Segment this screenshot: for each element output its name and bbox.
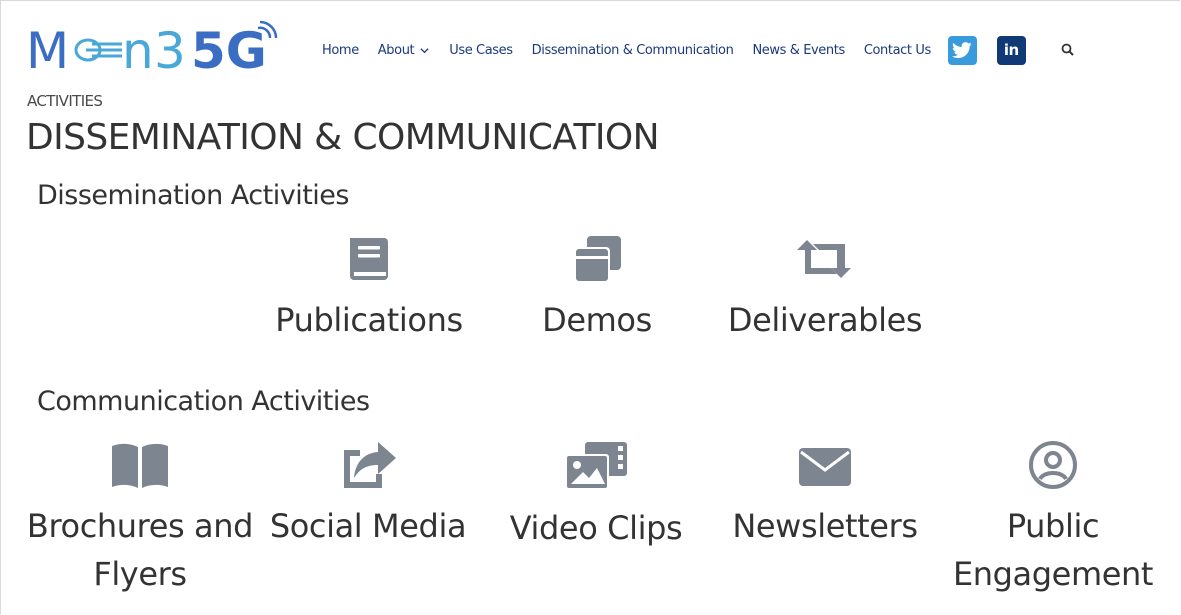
svg-text:M: M <box>26 22 67 78</box>
tile-brochures[interactable]: Brochures and Flyers <box>25 440 255 598</box>
twitter-button[interactable] <box>947 35 977 65</box>
nav-news-events[interactable]: News & Events <box>752 43 845 58</box>
clone-icon <box>574 236 621 283</box>
main-nav: Home About Use Cases Dissemination & Com… <box>322 30 1076 70</box>
photo-video-icon <box>565 442 627 490</box>
tile-public-engagement[interactable]: Public Engagement <box>938 440 1168 598</box>
nav-dissemination[interactable]: Dissemination & Communication <box>532 43 734 58</box>
twitter-icon <box>952 41 972 58</box>
share-icon <box>344 442 396 488</box>
tile-label: Publications <box>275 301 463 339</box>
retweet-icon <box>797 240 851 278</box>
book-icon <box>350 238 388 280</box>
tile-label: Public Engagement <box>952 507 1154 593</box>
nav-about[interactable]: About <box>378 43 430 58</box>
svg-text:3: 3 <box>154 22 186 78</box>
nav-use-cases[interactable]: Use Cases <box>449 43 513 58</box>
nav-home[interactable]: Home <box>322 43 359 58</box>
user-circle-icon <box>1029 441 1077 489</box>
chevron-down-icon <box>420 47 429 53</box>
linkedin-button[interactable]: in <box>996 35 1026 65</box>
svg-text:n: n <box>122 22 154 78</box>
tile-label: Newsletters <box>732 507 918 545</box>
tile-deliverables[interactable]: Deliverables <box>710 234 940 344</box>
tile-social-media[interactable]: Social Media <box>253 440 483 550</box>
svg-text:5G: 5G <box>191 22 267 78</box>
nav-about-label: About <box>377 42 415 58</box>
tile-label: Social Media <box>269 507 467 545</box>
tile-label: Demos <box>542 301 652 339</box>
dissemination-heading: Dissemination Activities <box>37 180 349 211</box>
tile-publications[interactable]: Publications <box>254 234 484 344</box>
site-logo[interactable]: M n 3 5G <box>26 20 281 78</box>
tile-video-clips[interactable]: Video Clips <box>481 440 711 552</box>
search-icon[interactable] <box>1060 42 1076 58</box>
envelope-icon <box>799 448 851 486</box>
tile-label: Brochures and Flyers <box>26 507 254 593</box>
page-title: DISSEMINATION & COMMUNICATION <box>26 117 660 158</box>
tile-label: Deliverables <box>727 301 923 339</box>
communication-heading: Communication Activities <box>37 386 370 417</box>
tile-newsletters[interactable]: Newsletters <box>710 440 940 550</box>
tile-label: Video Clips <box>509 509 683 547</box>
breadcrumb: ACTIVITIES <box>27 92 103 110</box>
linkedin-icon: in <box>1003 41 1019 59</box>
open-book-icon <box>112 443 168 488</box>
nav-contact[interactable]: Contact Us <box>864 43 931 58</box>
tile-demos[interactable]: Demos <box>482 234 712 344</box>
